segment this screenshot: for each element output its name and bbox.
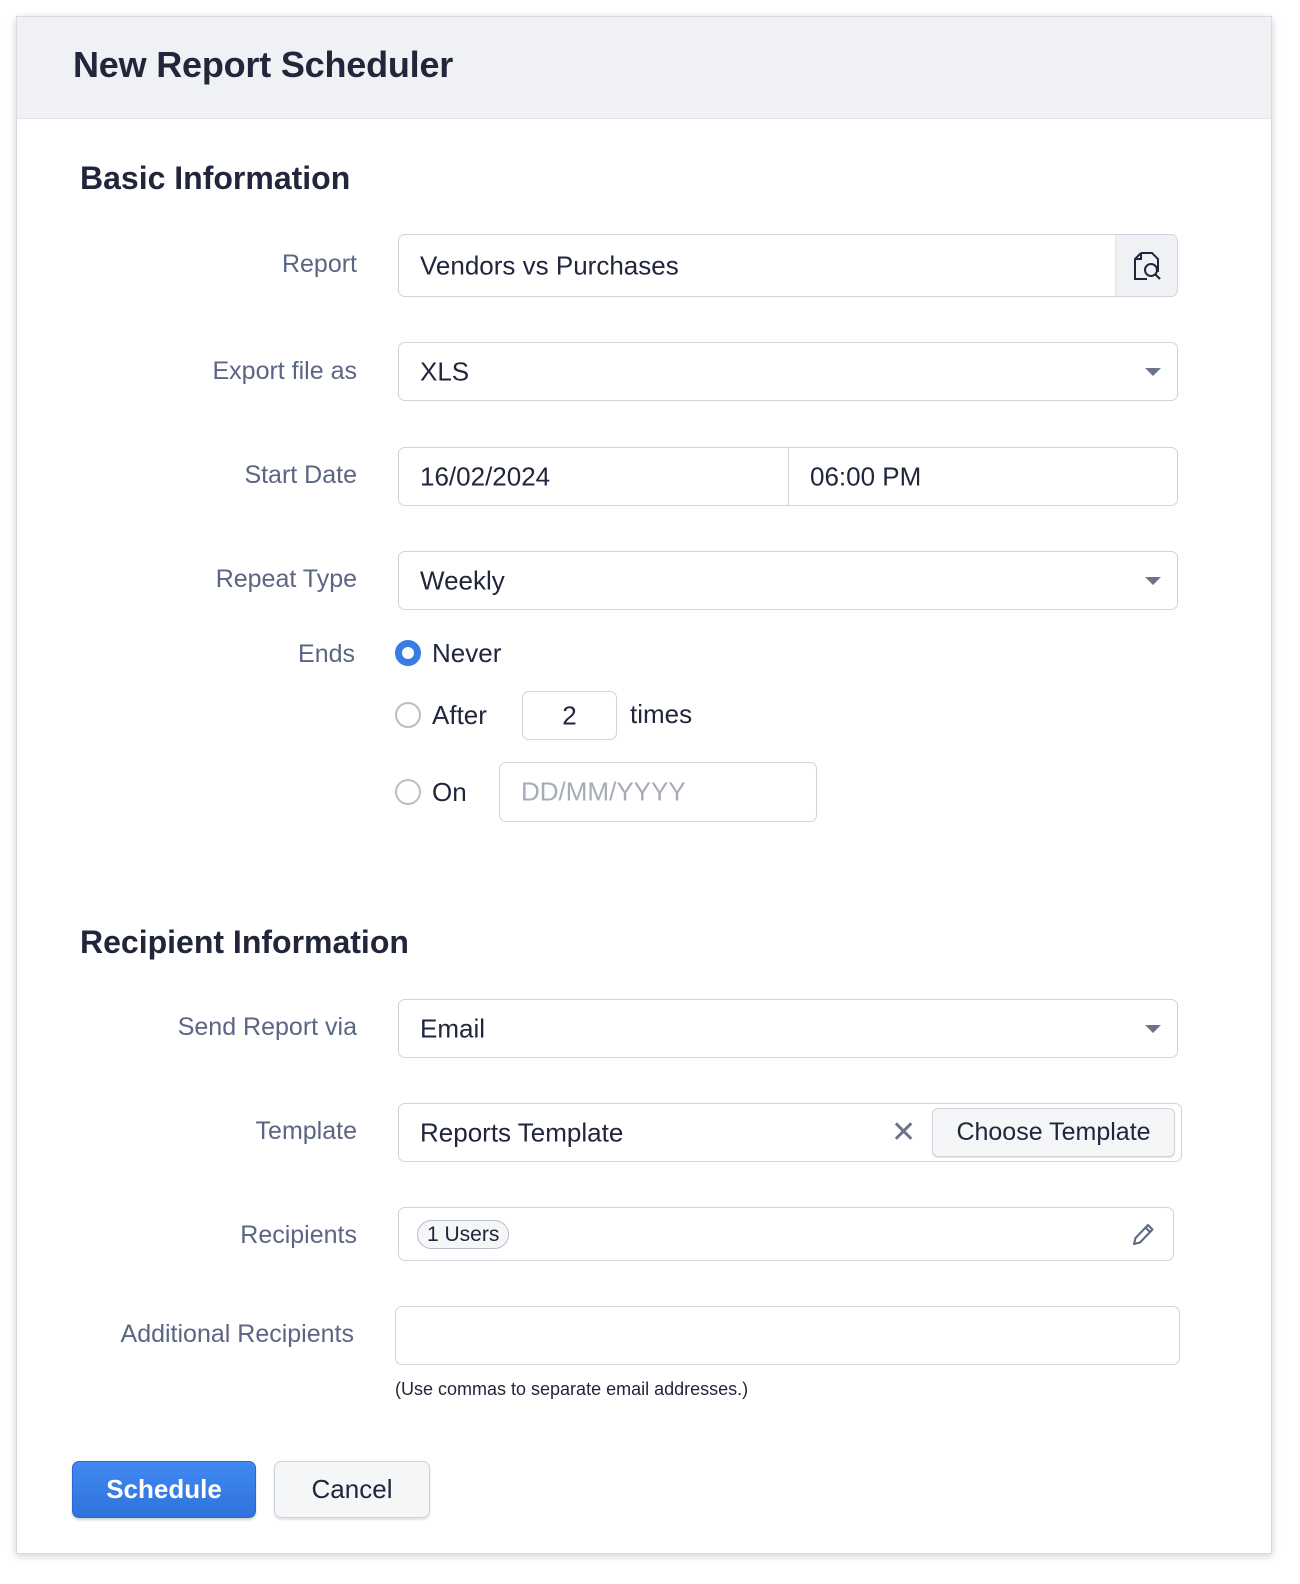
send-via-select[interactable]: Email (398, 999, 1178, 1058)
template-value: Reports Template (420, 1117, 624, 1147)
cancel-button[interactable]: Cancel (274, 1461, 430, 1518)
chevron-down-icon (1145, 367, 1161, 376)
ends-on-date-input[interactable]: DD/MM/YYYY (499, 762, 817, 822)
additional-recipients-hint: (Use commas to separate email addresses.… (395, 1379, 749, 1399)
send-via-value: Email (420, 1013, 486, 1043)
ends-after-label[interactable]: After (432, 700, 487, 731)
recipients-field: 1 Users (398, 1207, 1174, 1261)
users-chip[interactable]: 1 Users (417, 1220, 510, 1249)
ends-times-label: times (630, 699, 693, 729)
export-format-value: XLS (420, 356, 470, 386)
export-label: Export file as (212, 357, 357, 385)
ends-after-radio[interactable] (395, 702, 421, 728)
recipient-info-title: Recipient Information (80, 924, 409, 960)
start-date-input[interactable]: 16/02/2024 (420, 461, 550, 492)
schedule-button[interactable]: Schedule (72, 1461, 256, 1518)
report-label: Report (281, 250, 357, 278)
ends-on-radio[interactable] (395, 779, 421, 805)
chevron-down-icon (1145, 1024, 1161, 1033)
send-via-label: Send Report via (177, 1013, 357, 1041)
template-label: Template (255, 1117, 357, 1145)
template-field: Reports Template ✕ Choose Template (398, 1103, 1182, 1162)
ends-never-radio[interactable] (395, 640, 421, 666)
ends-on-label[interactable]: On (432, 777, 467, 808)
additional-recipients-input[interactable] (395, 1306, 1180, 1365)
report-scheduler-dialog: New Report Scheduler Basic Information R… (16, 16, 1272, 1554)
export-format-select[interactable]: XLS (398, 342, 1178, 401)
start-time-input[interactable]: 06:00 PM (810, 461, 921, 492)
dialog-title: New Report Scheduler (73, 44, 454, 85)
report-field[interactable]: Vendors vs Purchases (398, 234, 1178, 297)
ends-label: Ends (298, 640, 355, 668)
choose-template-button[interactable]: Choose Template (932, 1108, 1175, 1157)
repeat-type-label: Repeat Type (215, 565, 357, 593)
report-search-icon (1133, 251, 1161, 280)
close-icon[interactable]: ✕ (891, 1117, 916, 1148)
chevron-down-icon (1145, 576, 1161, 585)
start-date-label: Start Date (244, 461, 357, 489)
date-time-divider (788, 448, 789, 505)
recipients-label: Recipients (240, 1221, 357, 1249)
report-search-button[interactable] (1115, 235, 1177, 296)
report-value: Vendors vs Purchases (420, 250, 679, 280)
ends-never-label[interactable]: Never (432, 638, 501, 669)
repeat-type-select[interactable]: Weekly (398, 551, 1178, 610)
basic-info-title: Basic Information (80, 160, 351, 196)
ends-after-count-value: 2 (562, 700, 577, 730)
dialog-header: New Report Scheduler (17, 17, 1271, 119)
pencil-icon[interactable] (1130, 1220, 1156, 1248)
repeat-type-value: Weekly (420, 565, 505, 595)
additional-recipients-label: Additional Recipients (120, 1320, 354, 1348)
ends-on-date-placeholder: DD/MM/YYYY (521, 776, 686, 807)
ends-after-count-input[interactable]: 2 (522, 691, 617, 740)
start-date-field: 16/02/2024 06:00 PM (398, 447, 1178, 506)
